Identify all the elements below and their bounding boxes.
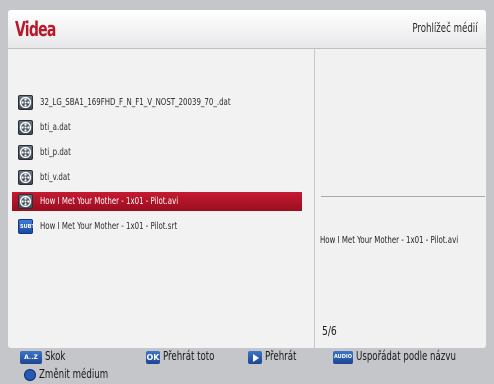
file-name: bti_v.dat xyxy=(40,172,70,183)
preview-file-name: How I Met Your Mother - 1x01 - Pilot.avi xyxy=(320,235,459,246)
file-row-selected[interactable]: How I Met Your Mother - 1x01 - Pilot.avi xyxy=(12,192,302,211)
blue-button-icon xyxy=(24,369,36,381)
play-this-hint[interactable]: Přehrát toto xyxy=(163,349,214,363)
item-counter: 5/6 xyxy=(322,324,337,338)
audio-key-icon: AUDIO xyxy=(333,351,353,364)
film-reel-icon xyxy=(18,145,33,160)
page-title: Videa xyxy=(15,17,56,41)
subtitle-icon: SUBT xyxy=(18,219,35,234)
play-hint[interactable]: Přehrát xyxy=(265,349,296,363)
file-name: 32_LG_SBA1_169FHD_F_N_F1_V_NOST_20039_70… xyxy=(40,97,231,108)
film-reel-icon xyxy=(18,170,33,185)
file-row[interactable]: 32_LG_SBA1_169FHD_F_N_F1_V_NOST_20039_70… xyxy=(14,93,300,112)
sort-hint[interactable]: Uspořádat podle názvu xyxy=(356,349,456,363)
file-list: 32_LG_SBA1_169FHD_F_N_F1_V_NOST_20039_70… xyxy=(8,49,314,348)
play-icon xyxy=(248,351,262,364)
film-reel-icon xyxy=(18,194,33,209)
file-row[interactable]: bti_p.dat xyxy=(14,143,300,162)
film-reel-icon xyxy=(18,120,33,135)
file-name: bti_a.dat xyxy=(40,122,71,133)
media-browser-panel: Videa Prohlížeč médií 32_LG_SBA1_169FHD_… xyxy=(8,10,486,348)
file-row[interactable]: bti_a.dat xyxy=(14,118,300,137)
file-row[interactable]: bti_v.dat xyxy=(14,168,300,187)
film-reel-icon xyxy=(18,95,33,110)
preview-pane: How I Met Your Mother - 1x01 - Pilot.avi… xyxy=(315,49,486,348)
ok-key-icon: OK xyxy=(146,351,160,364)
skip-hint[interactable]: Skok xyxy=(45,349,65,363)
media-browser-label: Prohlížeč médií xyxy=(412,21,478,35)
az-key-icon: A..Z xyxy=(20,351,42,364)
change-media-hint[interactable]: Změnit médium xyxy=(39,367,108,381)
file-name: How I Met Your Mother - 1x01 - Pilot.avi xyxy=(40,196,179,207)
header-bar: Videa Prohlížeč médií xyxy=(8,10,486,49)
file-name: bti_p.dat xyxy=(40,147,71,158)
footer-hints: A..Z Skok OK Přehrát toto Přehrát AUDIO … xyxy=(0,348,494,384)
file-row[interactable]: SUBT How I Met Your Mother - 1x01 - Pilo… xyxy=(14,217,300,236)
preview-separator xyxy=(321,196,485,197)
file-name: How I Met Your Mother - 1x01 - Pilot.srt xyxy=(40,221,178,232)
